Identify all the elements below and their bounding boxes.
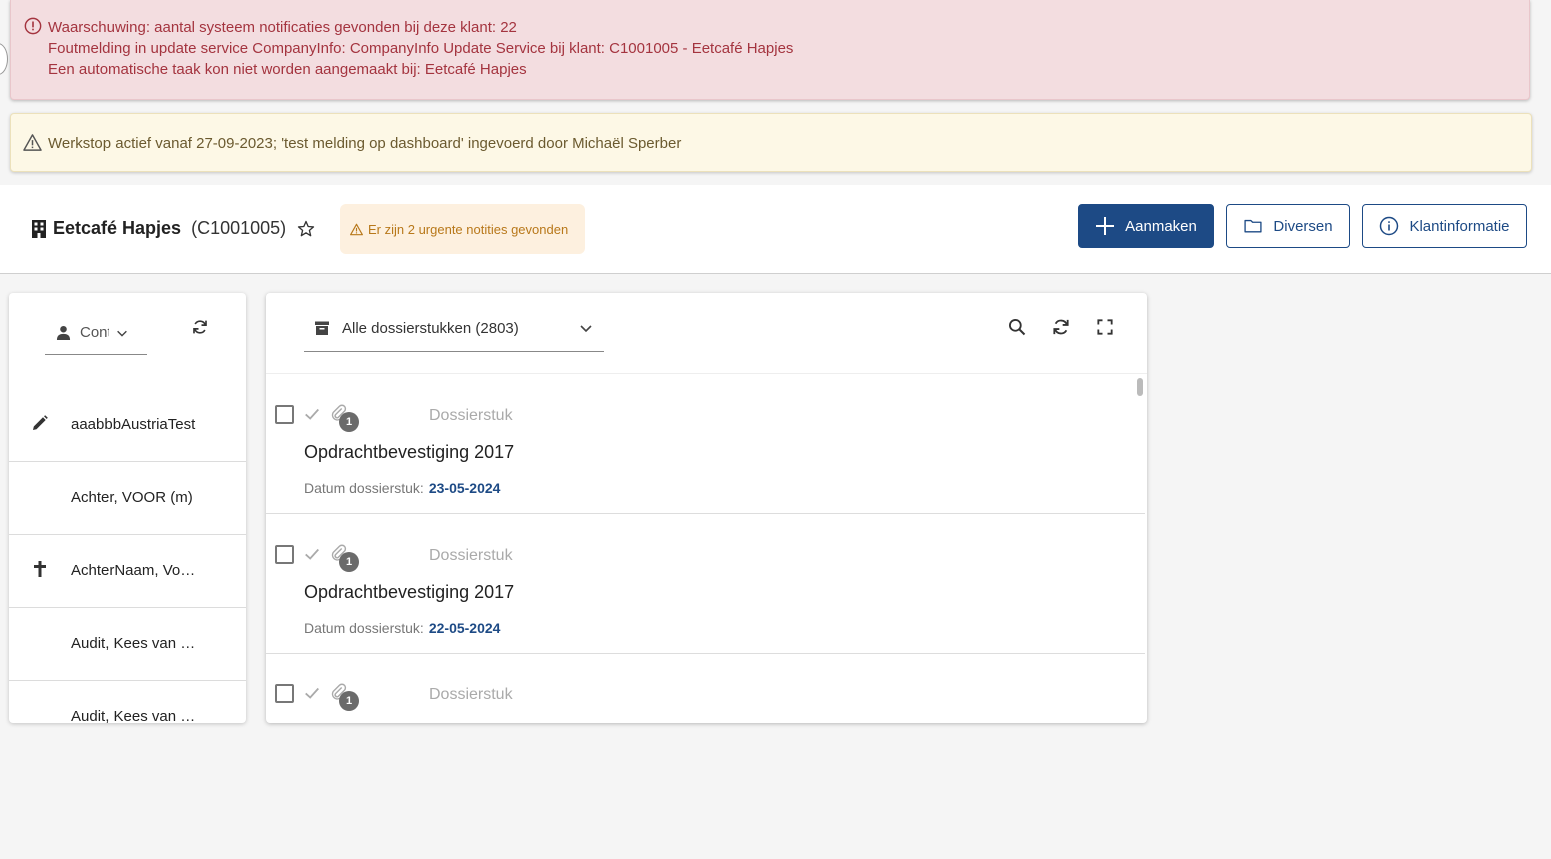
contacts-select-value: Contacten xyxy=(80,324,109,341)
error-circle-icon xyxy=(24,17,42,35)
document-type: Dossierstuk xyxy=(429,547,513,564)
pencil-icon xyxy=(33,415,48,430)
customer-info-button-label: Klantinformatie xyxy=(1409,217,1510,235)
documents-filter-select[interactable]: Alle dossierstukken (2803) xyxy=(304,305,604,352)
contact-name: Achter, VOOR (m) xyxy=(71,489,193,506)
contact-list-item[interactable]: Audit, Kees van der xyxy=(9,608,246,681)
document-type: Dossierstuk xyxy=(429,407,513,424)
document-row[interactable]: 1 Dossierstuk xyxy=(266,653,1145,723)
document-date-value: 22-05-2024 xyxy=(428,620,501,636)
company-name: Eetcafé Hapjes xyxy=(53,218,182,238)
documents-filter-value: Alle dossierstukken (2803) xyxy=(342,319,519,337)
company-title: Eetcafé Hapjes (C1001005) xyxy=(31,218,286,239)
document-type: Dossierstuk xyxy=(429,686,513,703)
documents-panel: Alle dossierstukken (2803) 1 Dossierstuk xyxy=(266,293,1147,723)
refresh-icon[interactable] xyxy=(191,318,209,336)
chevron-down-icon xyxy=(117,330,127,337)
create-button-label: Aanmaken xyxy=(1125,217,1197,235)
error-line-1: Waarschuwing: aantal systeem notificatie… xyxy=(48,19,517,36)
document-date-label: Datum dossierstuk: xyxy=(304,620,424,636)
info-icon xyxy=(1380,216,1399,236)
plus-icon xyxy=(1096,217,1115,235)
misc-button[interactable]: Diversen xyxy=(1226,204,1350,248)
contact-name: Audit, Kees van der xyxy=(71,708,196,723)
document-row[interactable]: 1 Dossierstuk Opdrachtbevestiging 2017 D… xyxy=(266,374,1145,514)
document-row[interactable]: 1 Dossierstuk Opdrachtbevestiging 2017 D… xyxy=(266,514,1145,654)
folder-icon xyxy=(1244,219,1262,233)
select-checkbox[interactable] xyxy=(275,684,294,703)
company-code: (C1001005) xyxy=(191,218,287,238)
warning-small-icon xyxy=(350,223,363,235)
misc-button-label: Diversen xyxy=(1273,217,1333,235)
building-icon xyxy=(32,219,46,238)
contact-list: aaabbbAustriaTest Achter, VOOR (m) Achte… xyxy=(9,389,246,723)
warning-text: Werkstop actief vanaf 27-09-2023; 'test … xyxy=(48,135,682,152)
attachment-count-badge: 1 xyxy=(339,691,359,711)
archive-icon xyxy=(315,321,329,335)
attachment-count-badge: 1 xyxy=(339,412,359,432)
document-date-value: 23-05-2024 xyxy=(428,480,501,496)
attachment-count-badge: 1 xyxy=(339,552,359,572)
contact-name: Audit, Kees van der xyxy=(71,635,196,652)
contact-list-item[interactable]: aaabbbAustriaTest xyxy=(9,389,246,462)
warning-triangle-icon xyxy=(23,134,42,151)
document-date-label: Datum dossierstuk: xyxy=(304,480,424,496)
side-toggle-handle[interactable] xyxy=(0,43,8,75)
warning-alert: Werkstop actief vanaf 27-09-2023; 'test … xyxy=(10,113,1532,172)
urgent-notes-badge[interactable]: Er zijn 2 urgente notities gevonden xyxy=(340,204,585,254)
customer-info-button[interactable]: Klantinformatie xyxy=(1362,204,1527,248)
documents-list: 1 Dossierstuk Opdrachtbevestiging 2017 D… xyxy=(266,373,1147,719)
contact-name: AchterNaam, Voornaam xyxy=(71,562,196,579)
contacts-panel: Contacten aaabbbAustriaTest Achter, VOOR… xyxy=(9,293,246,723)
notification-area: Waarschuwing: aantal systeem notificatie… xyxy=(0,0,1551,185)
select-checkbox[interactable] xyxy=(275,405,294,424)
search-icon[interactable] xyxy=(1007,317,1027,337)
favorite-star-icon[interactable] xyxy=(296,219,316,239)
fullscreen-icon[interactable] xyxy=(1095,317,1115,337)
contact-name: aaabbbAustriaTest xyxy=(71,416,196,433)
refresh-icon[interactable] xyxy=(1051,317,1071,337)
customer-header: Eetcafé Hapjes (C1001005) Er zijn 2 urge… xyxy=(0,185,1551,274)
check-icon[interactable] xyxy=(303,684,321,702)
chevron-down-icon xyxy=(580,325,592,333)
document-date: Datum dossierstuk: 23-05-2024 xyxy=(304,480,500,496)
contact-list-item[interactable]: Achter, VOOR (m) xyxy=(9,462,246,535)
document-title[interactable]: Opdrachtbevestiging 2017 xyxy=(304,442,514,463)
error-line-3: Een automatische taak kon niet worden aa… xyxy=(48,61,527,78)
urgent-notes-text: Er zijn 2 urgente notities gevonden xyxy=(368,221,569,237)
contact-list-item[interactable]: AchterNaam, Voornaam xyxy=(9,535,246,608)
document-title[interactable]: Opdrachtbevestiging 2017 xyxy=(304,582,514,603)
contacts-select[interactable]: Contacten xyxy=(45,311,147,355)
check-icon[interactable] xyxy=(303,545,321,563)
error-line-2: Foutmelding in update service CompanyInf… xyxy=(48,40,794,57)
document-date: Datum dossierstuk: 22-05-2024 xyxy=(304,620,500,636)
check-icon[interactable] xyxy=(303,405,321,423)
cross-icon xyxy=(34,561,46,577)
select-checkbox[interactable] xyxy=(275,545,294,564)
person-icon xyxy=(56,325,71,340)
create-button[interactable]: Aanmaken xyxy=(1078,204,1214,248)
error-alert: Waarschuwing: aantal systeem notificatie… xyxy=(10,0,1530,100)
contact-list-item[interactable]: Audit, Kees van der xyxy=(9,681,246,723)
